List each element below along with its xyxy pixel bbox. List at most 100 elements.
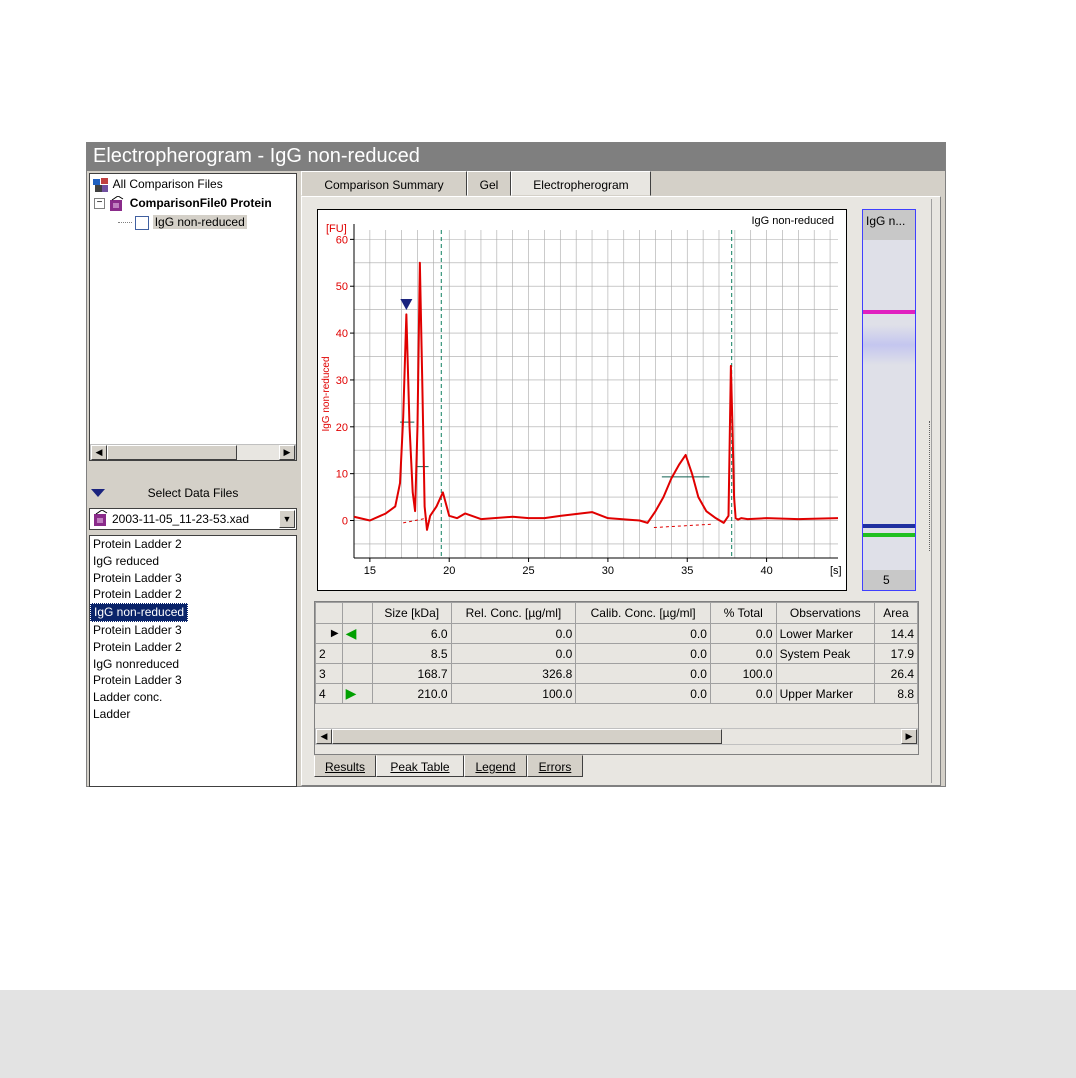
combo-dropdown-icon[interactable]: ▼ xyxy=(279,510,295,528)
cell-area: 26.4 xyxy=(873,663,919,684)
gel-lane-label: IgG n... xyxy=(863,210,915,240)
electropherogram-panel: 0 10 20 30 40 50 60 15 20 25 30 35 40 [FU] [s] IgG non-… xyxy=(301,196,941,786)
marker-cell xyxy=(341,663,373,684)
gel-band-upper-marker xyxy=(863,310,915,314)
panel-splitter[interactable] xyxy=(927,199,937,783)
row-pointer-icon: ▶ xyxy=(330,628,339,639)
table-row[interactable]: 3 168.7 326.8 0.0 100.0 26.4 xyxy=(315,663,919,684)
upper-marker-icon: ▶ xyxy=(345,685,357,701)
table-scrollbar[interactable]: ◀ ▶ xyxy=(315,728,918,745)
tab-legend[interactable]: Legend xyxy=(464,755,527,777)
tab-errors[interactable]: Errors xyxy=(527,755,583,777)
marker-cell: ◀ xyxy=(341,623,373,644)
cell-calib: 0.0 xyxy=(575,643,711,664)
table-row[interactable]: 4 ▶ 210.0 100.0 0.0 0.0 Upper Marker 8.8 xyxy=(315,683,919,704)
table-row[interactable]: 2 8.5 0.0 0.0 0.0 System Peak 17.9 xyxy=(315,643,919,664)
file-list-item[interactable]: IgG reduced xyxy=(90,553,296,570)
gel-lane-number: 5 xyxy=(863,570,915,590)
column-header[interactable]: Calib. Conc. [µg/ml] xyxy=(575,602,711,624)
cell-obs xyxy=(775,663,875,684)
scroll-right-icon[interactable]: ▶ xyxy=(279,445,295,460)
scroll-left-icon[interactable]: ◀ xyxy=(91,445,107,460)
cell-obs: Lower Marker xyxy=(775,623,875,644)
column-header[interactable]: % Total xyxy=(709,602,777,624)
file-list-item[interactable]: Protein Ladder 3 xyxy=(90,672,296,689)
cell-total: 0.0 xyxy=(709,643,777,664)
tab-comparison-summary[interactable]: Comparison Summary xyxy=(301,171,467,196)
data-file-list: Protein Ladder 2 IgG reduced Protein Ladde… xyxy=(89,535,297,787)
cell-calib: 0.0 xyxy=(575,623,711,644)
cell-calib: 0.0 xyxy=(575,683,711,704)
x-tick-label: 40 xyxy=(760,565,772,577)
cell-total: 100.0 xyxy=(709,663,777,684)
y-tick-label: 10 xyxy=(336,469,348,481)
select-data-files-label: Select Data Files xyxy=(147,486,239,500)
x-tick-label: 30 xyxy=(602,565,614,577)
cell-rel: 326.8 xyxy=(450,663,577,684)
row-id: ▶ xyxy=(315,623,343,644)
baseline-main-peak xyxy=(653,523,712,529)
collapse-icon[interactable]: − xyxy=(94,198,105,210)
file-list-item[interactable]: Ladder conc. xyxy=(90,689,296,706)
tree-root[interactable]: All Comparison Files xyxy=(92,175,223,193)
scroll-left-icon[interactable]: ◀ xyxy=(316,729,332,744)
tab-peak-table[interactable]: Peak Table xyxy=(376,755,464,777)
tree-scroll-thumb[interactable] xyxy=(107,445,237,460)
column-header[interactable] xyxy=(341,602,373,624)
cell-size: 210.0 xyxy=(371,683,452,704)
cell-obs: Upper Marker xyxy=(775,683,875,704)
file-list-item[interactable]: IgG nonreduced xyxy=(90,656,296,673)
tab-gel[interactable]: Gel xyxy=(467,171,511,196)
file-list-item[interactable]: Ladder xyxy=(90,706,296,723)
chart-svg: 0 10 20 30 40 50 60 15 20 25 30 35 40 [FU] [s] IgG non-… xyxy=(321,215,842,577)
file-list-item[interactable]: Protein Ladder 2 xyxy=(90,586,296,603)
data-file-icon xyxy=(94,510,108,526)
y-tick-label: 0 xyxy=(342,516,348,528)
y-tick-label: 20 xyxy=(336,422,348,434)
cell-area: 8.8 xyxy=(873,683,919,704)
file-list-item[interactable]: Protein Ladder 3 xyxy=(90,570,296,587)
tab-electropherogram[interactable]: Electropherogram xyxy=(511,171,651,196)
y-tick-label: 40 xyxy=(336,328,348,340)
tree-sample-label: IgG non-reduced xyxy=(152,215,247,229)
y-tick-label: 30 xyxy=(336,375,348,387)
peak-table: Size [kDa] Rel. Conc. [µg/ml] Calib. Conc.… xyxy=(315,602,919,704)
file-list-item[interactable]: Protein Ladder 3 xyxy=(90,622,296,639)
column-header[interactable] xyxy=(315,602,343,624)
electropherogram-trace xyxy=(353,261,839,531)
row-id: 2 xyxy=(315,643,343,664)
tree-file[interactable]: − ComparisonFile0 Protein xyxy=(94,194,272,212)
cell-rel: 0.0 xyxy=(450,643,577,664)
marker-cell: ▶ xyxy=(341,683,373,704)
cell-total: 0.0 xyxy=(709,683,777,704)
y-tick-label: 50 xyxy=(336,281,348,293)
column-header[interactable]: Rel. Conc. [µg/ml] xyxy=(450,602,577,624)
tree-file-label: ComparisonFile0 Protein xyxy=(129,196,272,210)
tree-scrollbar[interactable]: ◀ ▶ xyxy=(90,444,296,460)
column-header[interactable]: Area xyxy=(873,602,919,624)
file-list-item[interactable]: IgG non-reduced xyxy=(90,603,189,622)
file-list-item[interactable]: Protein Ladder 2 xyxy=(90,536,296,553)
checkbox-icon[interactable] xyxy=(135,215,150,230)
tree-sample[interactable]: IgG non-reduced xyxy=(118,213,247,231)
cell-area: 14.4 xyxy=(873,623,919,644)
tab-results[interactable]: Results xyxy=(314,755,376,777)
file-list-item[interactable]: Protein Ladder 2 xyxy=(90,639,296,656)
cell-rel: 100.0 xyxy=(450,683,577,704)
cell-area: 17.9 xyxy=(873,643,919,664)
comparison-files-icon xyxy=(93,177,108,192)
table-row[interactable]: ▶ ◀ 6.0 0.0 0.0 0.0 Lower Marker 14.4 xyxy=(315,623,919,644)
cell-size: 168.7 xyxy=(371,663,452,684)
y-axis-label: IgG non-reduced xyxy=(321,356,332,431)
cell-total: 0.0 xyxy=(709,623,777,644)
table-scroll-thumb[interactable] xyxy=(332,729,722,744)
data-file-combo[interactable]: 2003-11-05_11-23-53.xad ▼ xyxy=(89,508,297,530)
gel-band-system-peak xyxy=(863,524,915,528)
cell-obs: System Peak xyxy=(775,643,875,664)
scroll-right-icon[interactable]: ▶ xyxy=(901,729,917,744)
column-header[interactable]: Observations xyxy=(775,602,875,624)
column-header[interactable]: Size [kDa] xyxy=(371,602,452,624)
cell-calib: 0.0 xyxy=(575,663,711,684)
select-data-files-bar[interactable]: Select Data Files xyxy=(89,483,297,503)
cell-size: 6.0 xyxy=(371,623,452,644)
